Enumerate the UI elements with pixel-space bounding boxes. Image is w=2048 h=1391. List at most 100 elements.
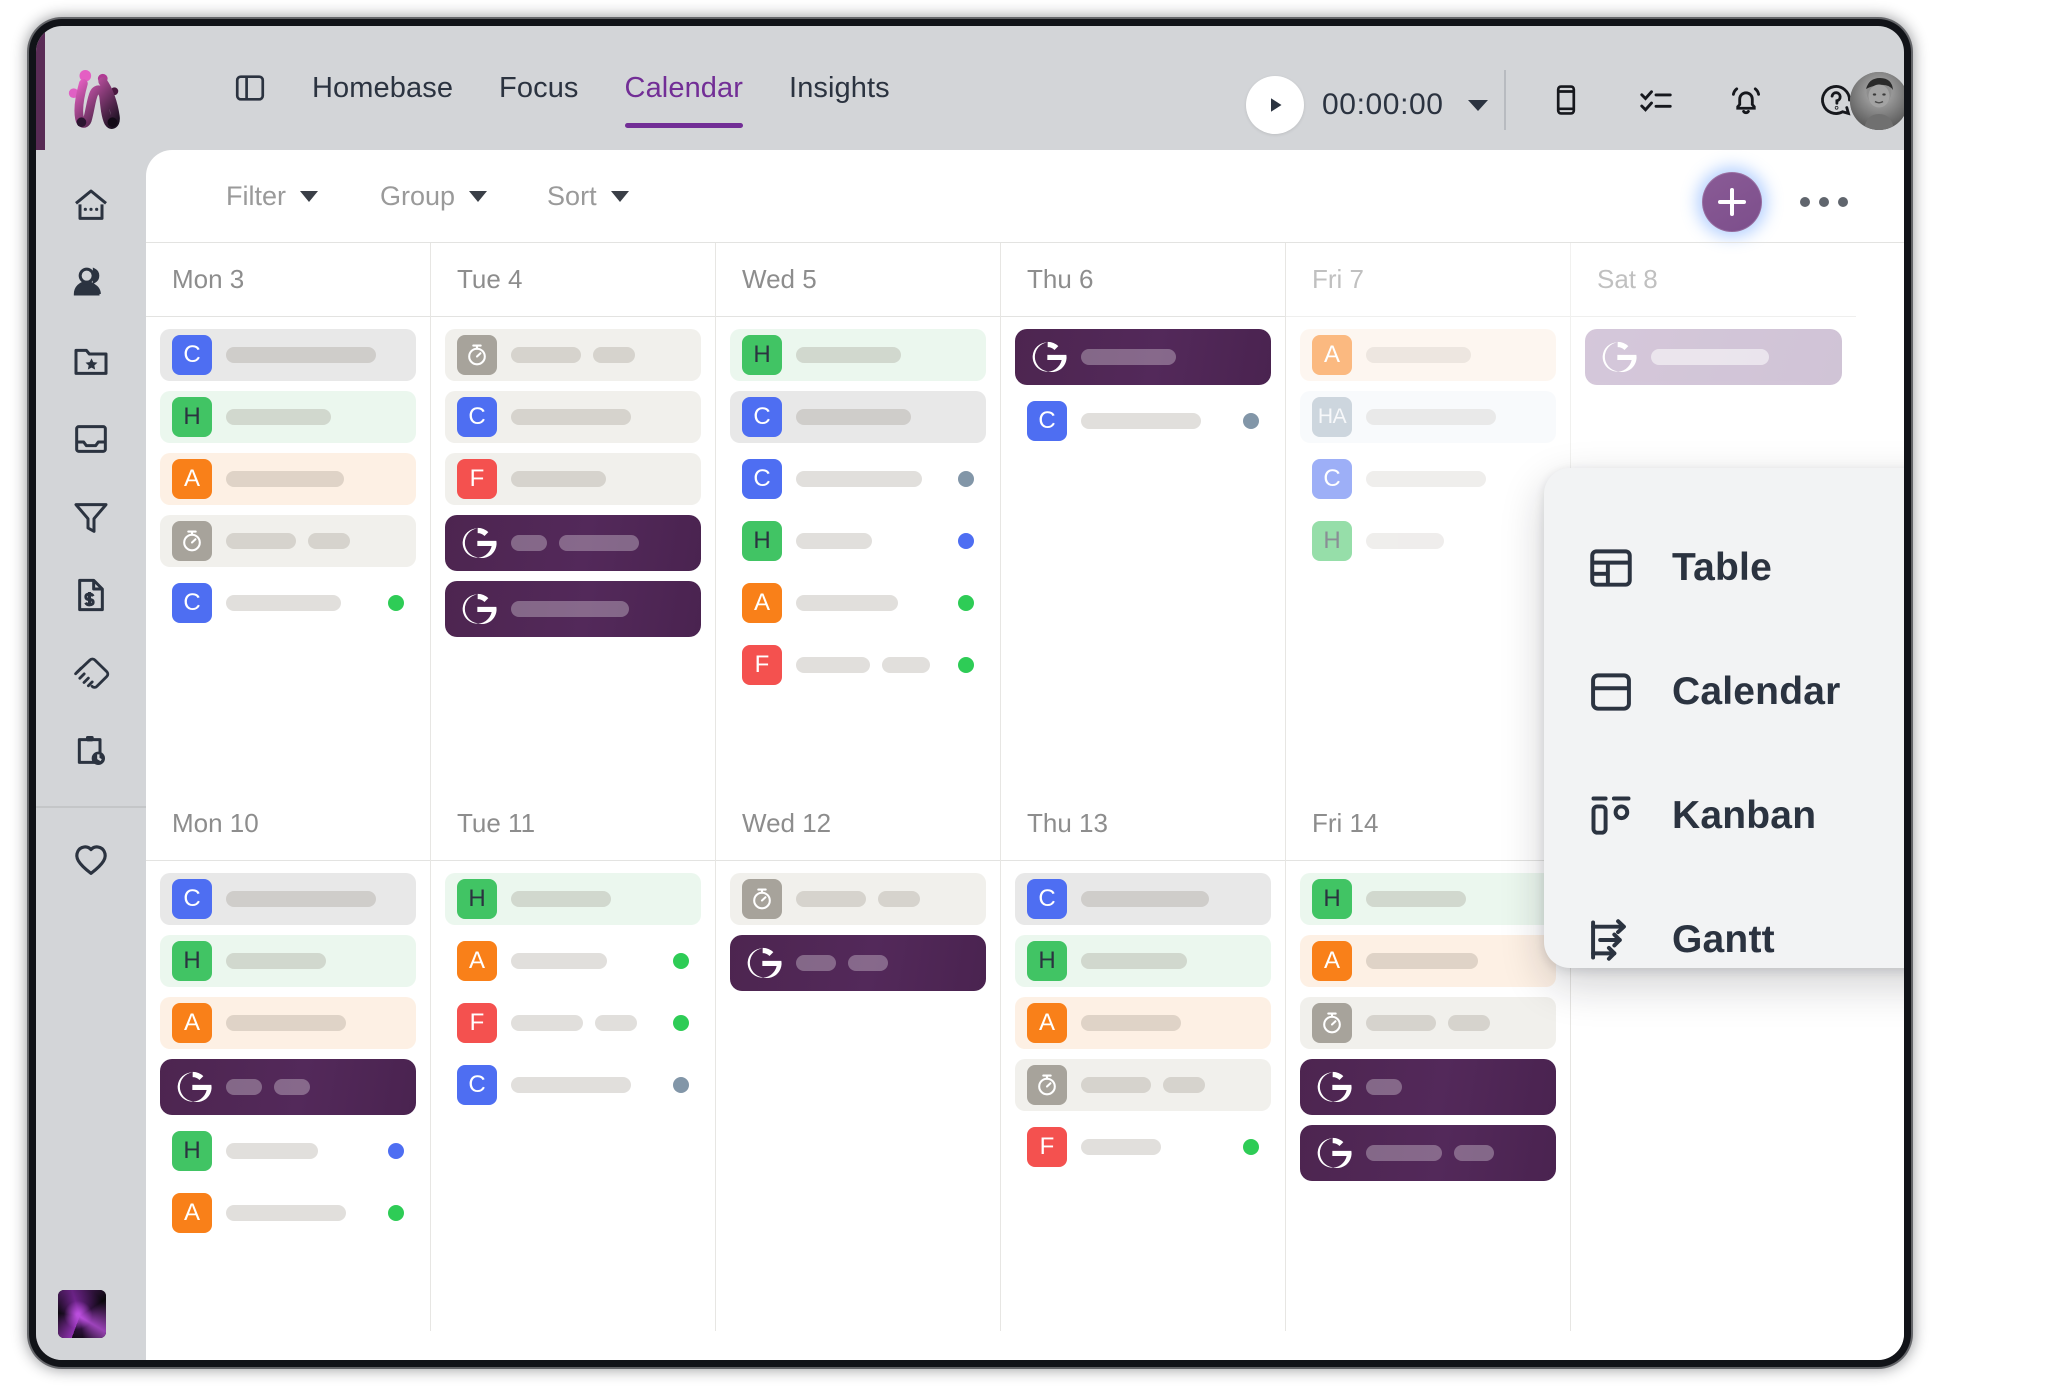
calendar-event-card[interactable]: A	[160, 453, 416, 505]
filter-button[interactable]: Filter	[226, 181, 318, 212]
avatar[interactable]	[1850, 72, 1904, 130]
placeholder-bar	[1366, 409, 1496, 425]
sidebar-item-timesheets[interactable]	[56, 718, 126, 788]
day-events: HCCHAF	[716, 317, 1000, 787]
placeholder-bar	[511, 1015, 583, 1031]
calendar-event-card[interactable]: A	[1300, 935, 1556, 987]
calendar-event-card[interactable]	[1300, 997, 1556, 1049]
view-menu-item-table[interactable]: Table	[1544, 506, 1904, 630]
nav-tab-homebase[interactable]: Homebase	[312, 26, 453, 150]
day-header: Tue 11	[431, 787, 715, 861]
calendar-event-card[interactable]: C	[1015, 395, 1271, 447]
timer-chip-icon	[457, 335, 497, 375]
calendar-event-card[interactable]: F	[1015, 1121, 1271, 1173]
calendar-day-column: Mon 3CHAC	[146, 243, 431, 787]
calendar-event-card[interactable]: C	[445, 391, 701, 443]
calendar-event-meeting[interactable]	[445, 581, 701, 637]
group-button[interactable]: Group	[380, 181, 488, 212]
calendar-event-card[interactable]: H	[1300, 515, 1556, 567]
sidebar-item-pipeline[interactable]	[56, 484, 126, 554]
calendar-event-card[interactable]: F	[445, 453, 701, 505]
calendar-event-card[interactable]: F	[445, 997, 701, 1049]
bell-icon[interactable]	[1726, 80, 1766, 120]
calendar-event-card[interactable]: C	[1300, 453, 1556, 505]
calendar-event-meeting[interactable]	[1015, 329, 1271, 385]
placeholder-bar	[796, 409, 911, 425]
calendar-event-meeting[interactable]	[445, 515, 701, 571]
calendar-event-card[interactable]: A	[1300, 329, 1556, 381]
sidebar-item-inbox[interactable]	[56, 406, 126, 476]
event-type-chip: C	[172, 583, 212, 623]
calendar-event-card[interactable]: F	[730, 639, 986, 691]
calendar-event-card[interactable]: C	[730, 391, 986, 443]
calendar-event-card[interactable]: H	[445, 873, 701, 925]
calendar-event-meeting[interactable]	[1300, 1125, 1556, 1181]
calendar-event-card[interactable]	[445, 329, 701, 381]
nav-tab-label: Homebase	[312, 71, 454, 104]
calendar-event-card[interactable]: A	[160, 997, 416, 1049]
view-menu-item-gantt[interactable]: Gantt	[1544, 878, 1904, 1002]
nav-tab-focus[interactable]: Focus	[499, 26, 578, 150]
mobile-icon[interactable]	[1546, 80, 1586, 120]
calendar-event-card[interactable]: A	[160, 1187, 416, 1239]
nav-tab-insights[interactable]: Insights	[789, 26, 890, 150]
calendar-event-card[interactable]: H	[730, 515, 986, 567]
chevron-down-icon[interactable]	[1467, 99, 1488, 111]
calendar-event-card[interactable]: H	[1300, 873, 1556, 925]
calendar-event-card[interactable]: A	[1015, 997, 1271, 1049]
sidebar-item-invoices[interactable]	[56, 562, 126, 632]
calendar-event-card[interactable]: C	[730, 453, 986, 505]
status-dot	[673, 1015, 689, 1031]
clipboard-clock-icon	[71, 731, 111, 776]
play-icon[interactable]	[1246, 76, 1304, 134]
calendar-event-card[interactable]: H	[160, 391, 416, 443]
view-menu-item-kanban[interactable]: Kanban	[1544, 754, 1904, 878]
sidebar-item-favorites[interactable]	[56, 826, 126, 896]
view-menu-item-calendar[interactable]: Calendar	[1544, 630, 1904, 754]
timer-chip-icon	[742, 879, 782, 919]
calendar-event-meeting[interactable]	[160, 1059, 416, 1115]
calendar-event-card[interactable]: A	[730, 577, 986, 629]
sidebar-toggle-icon[interactable]	[232, 70, 268, 106]
google-meet-icon	[457, 589, 497, 629]
sidebar-item-homebase[interactable]	[56, 172, 126, 242]
day-header: Fri 14	[1286, 787, 1570, 861]
calendar-event-card[interactable]	[730, 873, 986, 925]
sidebar-item-people[interactable]	[56, 250, 126, 320]
sidebar-item-deals[interactable]	[56, 640, 126, 710]
calendar-event-card[interactable]: C	[1015, 873, 1271, 925]
workspace-thumbnail[interactable]	[58, 1290, 106, 1338]
calendar-event-card[interactable]	[160, 515, 416, 567]
sidebar-item-projects[interactable]	[56, 328, 126, 398]
calendar-event-card[interactable]: HA	[1300, 391, 1556, 443]
calendar-event-card[interactable]: C	[160, 329, 416, 381]
calendar-event-card[interactable]: H	[160, 935, 416, 987]
calendar-event-meeting[interactable]	[1300, 1059, 1556, 1115]
calendar-event-meeting[interactable]	[1585, 329, 1842, 385]
app-logo-icon[interactable]	[64, 68, 126, 130]
placeholder-bar	[595, 1015, 637, 1031]
calendar-event-meeting[interactable]	[730, 935, 986, 991]
sort-button[interactable]: Sort	[547, 181, 629, 212]
event-type-chip: C	[742, 397, 782, 437]
table-icon	[1586, 543, 1636, 593]
calendar-event-card[interactable]: C	[160, 577, 416, 629]
nav-tab-label: Focus	[499, 71, 579, 104]
calendar-event-card[interactable]: H	[160, 1125, 416, 1177]
calendar-event-card[interactable]: H	[730, 329, 986, 381]
calendar-event-card[interactable]	[1015, 1059, 1271, 1111]
more-options-button[interactable]	[1800, 172, 1848, 232]
calendar-event-card[interactable]: H	[1015, 935, 1271, 987]
event-placeholder-bars	[226, 1079, 404, 1095]
calendar-event-card[interactable]: C	[445, 1059, 701, 1111]
app-root: Homebase Focus Calendar Insights 00:00:0…	[0, 0, 2048, 1391]
event-placeholder-bars	[1081, 1015, 1259, 1031]
placeholder-bar	[796, 955, 836, 971]
gantt-icon	[1586, 915, 1636, 965]
add-button[interactable]	[1702, 172, 1762, 232]
calendar-event-card[interactable]: C	[160, 873, 416, 925]
nav-tab-calendar[interactable]: Calendar	[624, 26, 744, 150]
checklist-icon[interactable]	[1636, 80, 1676, 120]
calendar-event-card[interactable]: A	[445, 935, 701, 987]
calendar-day-column: Mon 10 C H A H A	[146, 787, 431, 1331]
